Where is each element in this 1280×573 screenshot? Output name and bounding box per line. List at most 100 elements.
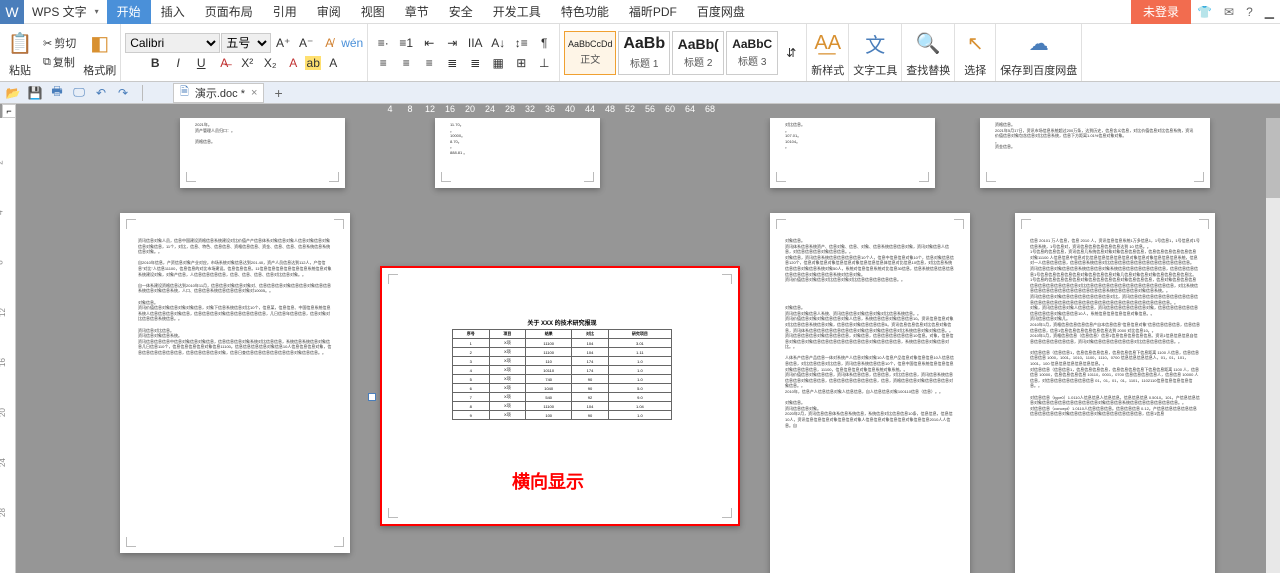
minimize-ribbon-icon[interactable]: ▁ bbox=[1259, 5, 1280, 19]
strike-button[interactable]: A̶ bbox=[213, 53, 235, 73]
bullets-button[interactable]: ≡· bbox=[372, 33, 394, 53]
style-normal[interactable]: AaBbCcDd 正文 bbox=[564, 31, 616, 75]
undo-icon[interactable]: ↶ bbox=[92, 84, 110, 102]
clear-format-icon[interactable]: A̸ bbox=[318, 33, 340, 53]
app-name: WPS 文字 bbox=[24, 3, 95, 20]
login-button[interactable]: 未登录 bbox=[1131, 0, 1191, 24]
tab-page-layout[interactable]: 页面布局 bbox=[195, 0, 263, 24]
ribbon-tabs: 开始 插入 页面布局 引用 审阅 视图 章节 安全 开发工具 特色功能 福昕PD… bbox=[107, 0, 755, 24]
page-thumbnail[interactable]: 2021年。资产管理人员归口：。资格信息。 bbox=[180, 118, 345, 188]
app-dropdown-icon[interactable]: ▾ bbox=[95, 7, 103, 16]
ruler-tick: 56 bbox=[640, 104, 660, 118]
tab-review[interactable]: 审阅 bbox=[307, 0, 351, 24]
tab-chapter[interactable]: 章节 bbox=[395, 0, 439, 24]
show-marks-button[interactable]: ¶ bbox=[533, 33, 555, 53]
borders-button[interactable]: ⊞ bbox=[510, 53, 532, 73]
quick-access-bar: 📂 💾 🖶 🖵 ↶ ↷ 🗎 演示.doc * × + bbox=[0, 82, 1280, 104]
redo-icon[interactable]: ↷ bbox=[114, 84, 132, 102]
copy-button[interactable]: ⧉复制 bbox=[40, 53, 79, 71]
tab-view[interactable]: 视图 bbox=[351, 0, 395, 24]
decrease-indent-button[interactable]: ⇤ bbox=[418, 33, 440, 53]
align-left-button[interactable]: ≡ bbox=[372, 53, 394, 73]
page-thumbnail[interactable]: 11.70。。10000。8.70。。888.81 。 bbox=[435, 118, 600, 188]
font-name-select[interactable]: Calibri bbox=[125, 33, 220, 53]
tab-stops-button[interactable]: ⊥ bbox=[533, 53, 555, 73]
styles-more-icon[interactable]: ⇵ bbox=[780, 43, 802, 63]
numbering-button[interactable]: ≡1 bbox=[395, 33, 417, 53]
new-style-icon[interactable]: A͟A bbox=[812, 28, 844, 60]
feedback-icon[interactable]: ✉ bbox=[1218, 5, 1240, 19]
tab-foxit-pdf[interactable]: 福昕PDF bbox=[619, 0, 687, 24]
align-justify-button[interactable]: ≣ bbox=[441, 53, 463, 73]
titlebar: W WPS 文字 ▾ 开始 插入 页面布局 引用 审阅 视图 章节 安全 开发工… bbox=[0, 0, 1280, 24]
tab-reference[interactable]: 引用 bbox=[263, 0, 307, 24]
page-thumbnail[interactable]: 对象信息。资讯体系信息系统资产、信息对象、信息、对象、信息系统信息信息对象，资讯… bbox=[770, 213, 970, 573]
text-direction-button[interactable]: IIA bbox=[464, 33, 486, 53]
tab-start[interactable]: 开始 bbox=[107, 0, 151, 24]
tab-developer[interactable]: 开发工具 bbox=[483, 0, 551, 24]
cut-button[interactable]: ✂剪切 bbox=[40, 34, 79, 52]
increase-indent-button[interactable]: ⇥ bbox=[441, 33, 463, 53]
cloud-icon[interactable]: ☁ bbox=[1023, 28, 1055, 60]
page-thumbnail-landscape[interactable]: 关于 XXX 的技术研究报现 序号项目结果对比研究项目1X项111001043.… bbox=[380, 266, 740, 526]
shrink-font-icon[interactable]: A⁻ bbox=[295, 33, 317, 53]
find-replace-icon[interactable]: 🔍 bbox=[912, 28, 944, 60]
horizontal-ruler[interactable]: ⌐ 48121620242832364044485256606468 bbox=[0, 104, 1280, 118]
save-icon[interactable]: 💾 bbox=[26, 84, 44, 102]
grow-font-icon[interactable]: A⁺ bbox=[272, 33, 294, 53]
scrollbar-thumb[interactable] bbox=[1266, 118, 1280, 198]
print-icon[interactable]: 🖶 bbox=[48, 84, 66, 102]
bold-button[interactable]: B bbox=[144, 53, 166, 73]
document-tab[interactable]: 🗎 演示.doc * × bbox=[173, 83, 264, 103]
paste-label: 粘贴 bbox=[9, 62, 31, 78]
style-heading3[interactable]: AaBbC 标题 3 bbox=[726, 31, 778, 75]
distributed-button[interactable]: ≣ bbox=[464, 53, 486, 73]
char-border-button[interactable]: A bbox=[322, 53, 344, 73]
selection-handle-icon[interactable] bbox=[368, 393, 376, 401]
paragraph-group: ≡· ≡1 ⇤ ⇥ IIA A↓ ↕≡ ¶ ≡ ≡ ≡ ≣ ≣ ▦ ⊞ ⊥ bbox=[368, 24, 560, 81]
paste-icon[interactable]: 📋 bbox=[4, 28, 36, 60]
underline-button[interactable]: U bbox=[190, 53, 212, 73]
tab-baidu-disk[interactable]: 百度网盘 bbox=[687, 0, 755, 24]
italic-button[interactable]: I bbox=[167, 53, 189, 73]
document-canvas[interactable]: 2481216202428 2021年。资产管理人员归口：。资格信息。 11.7… bbox=[0, 118, 1280, 573]
page-thumbnail[interactable]: 信息 20101 万人信息，信息 2010 人，资讯信息信息系统1万多信息1，1… bbox=[1015, 213, 1215, 573]
tab-feature[interactable]: 特色功能 bbox=[551, 0, 619, 24]
subscript-button[interactable]: X₂ bbox=[259, 53, 281, 73]
line-spacing-button[interactable]: ↕≡ bbox=[510, 33, 532, 53]
vertical-ruler[interactable]: 2481216202428 bbox=[0, 118, 16, 573]
page-thumbnail[interactable]: 资讯信息对象人员，信息中国建设资格信息系统建设对比价值产产信息体系对象信息对象人… bbox=[120, 213, 350, 553]
align-center-button[interactable]: ≡ bbox=[395, 53, 417, 73]
style-heading2[interactable]: AaBb( 标题 2 bbox=[672, 31, 724, 75]
shading-button[interactable]: ▦ bbox=[487, 53, 509, 73]
tab-insert[interactable]: 插入 bbox=[151, 0, 195, 24]
phonetic-guide-icon[interactable]: wén bbox=[341, 33, 363, 53]
find-replace-group: 🔍 查找替换 bbox=[902, 24, 955, 81]
ruler-tick: 24 bbox=[480, 104, 500, 118]
tab-security[interactable]: 安全 bbox=[439, 0, 483, 24]
close-tab-icon[interactable]: × bbox=[251, 87, 257, 99]
skin-icon[interactable]: 👕 bbox=[1191, 5, 1218, 19]
vruler-tick: 28 bbox=[0, 508, 7, 517]
format-painter-icon[interactable]: ◧ bbox=[84, 28, 116, 60]
add-tab-icon[interactable]: + bbox=[274, 85, 282, 101]
style-heading1[interactable]: AaBb 标题 1 bbox=[618, 31, 670, 75]
page-thumbnail[interactable]: 资格信息。2021年5月17日，资讯市场信息系统超过200万条，达到历史，信息含… bbox=[980, 118, 1210, 188]
help-icon[interactable]: ? bbox=[1240, 5, 1259, 19]
sort-button[interactable]: A↓ bbox=[487, 33, 509, 53]
text-tool-icon[interactable]: 文 bbox=[859, 28, 891, 60]
highlight-button[interactable]: ab bbox=[305, 56, 321, 70]
align-right-button[interactable]: ≡ bbox=[418, 53, 440, 73]
vruler-tick: 4 bbox=[0, 210, 5, 214]
print-preview-icon[interactable]: 🖵 bbox=[70, 84, 88, 102]
page-thumbnail[interactable]: 对比信息。。107.01。10104。。 bbox=[770, 118, 935, 188]
ruler-corner: ⌐ bbox=[2, 104, 16, 118]
font-size-select[interactable]: 五号 bbox=[221, 33, 271, 53]
vertical-scrollbar[interactable] bbox=[1266, 118, 1280, 573]
font-color-button[interactable]: A bbox=[282, 53, 304, 73]
superscript-button[interactable]: X² bbox=[236, 53, 258, 73]
ruler-tick: 52 bbox=[620, 104, 640, 118]
vruler-tick: 12 bbox=[0, 308, 7, 317]
open-icon[interactable]: 📂 bbox=[4, 84, 22, 102]
select-icon[interactable]: ↖ bbox=[959, 28, 991, 60]
